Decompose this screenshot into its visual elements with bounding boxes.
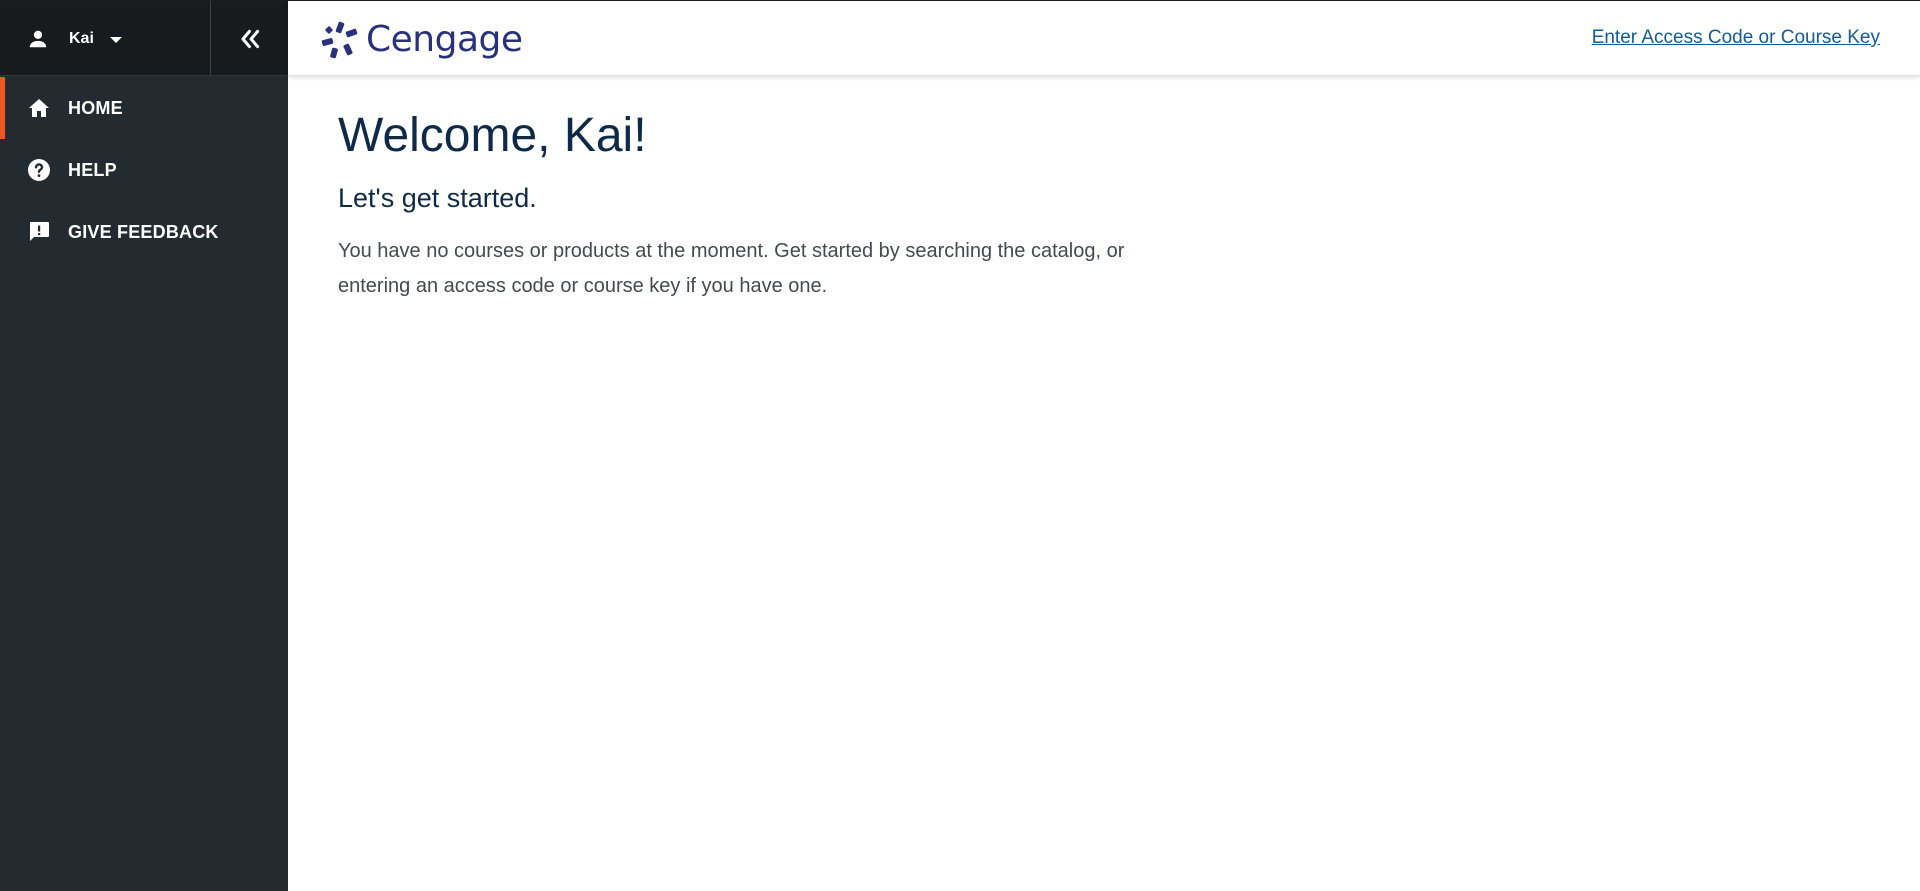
page-title: Welcome, Kai! (338, 109, 647, 162)
app: Kai HOME HELP GIVE FEEDBACK Cengage Ente… (0, 0, 1920, 891)
intro-text: You have no courses or products at the m… (338, 240, 1125, 297)
feedback-icon (27, 220, 51, 244)
cengage-logo[interactable]: Cengage (320, 19, 523, 60)
double-chevron-left-icon (240, 29, 259, 48)
collapse-sidebar-button[interactable] (210, 1, 288, 76)
user-menu-button[interactable]: Kai (0, 1, 210, 76)
enter-access-code-link[interactable]: Enter Access Code or Course Key (1592, 27, 1880, 49)
main-content: Welcome, Kai! Let's get started. You hav… (338, 101, 1538, 304)
person-icon (27, 28, 49, 50)
sidebar-item-label: GIVE FEEDBACK (68, 221, 219, 242)
user-name: Kai (69, 29, 94, 47)
sidebar-item-home[interactable]: HOME (0, 77, 288, 139)
caret-down-icon (109, 36, 122, 43)
sidebar: Kai HOME HELP GIVE FEEDBACK (0, 1, 288, 891)
sidebar-top: Kai (0, 1, 288, 76)
sidebar-item-label: HELP (68, 159, 117, 180)
sidebar-nav: HOME HELP GIVE FEEDBACK (0, 77, 288, 263)
page-subheading: Let's get started. (338, 183, 537, 213)
top-header: Cengage Enter Access Code or Course Key (288, 1, 1920, 76)
home-icon (27, 96, 51, 120)
brand-name: Cengage (366, 19, 523, 60)
cengage-logo-mark (321, 21, 358, 58)
sidebar-item-help[interactable]: HELP (0, 139, 288, 201)
sidebar-item-label: HOME (68, 97, 123, 118)
help-icon (27, 158, 51, 182)
sidebar-item-give-feedback[interactable]: GIVE FEEDBACK (0, 201, 288, 263)
